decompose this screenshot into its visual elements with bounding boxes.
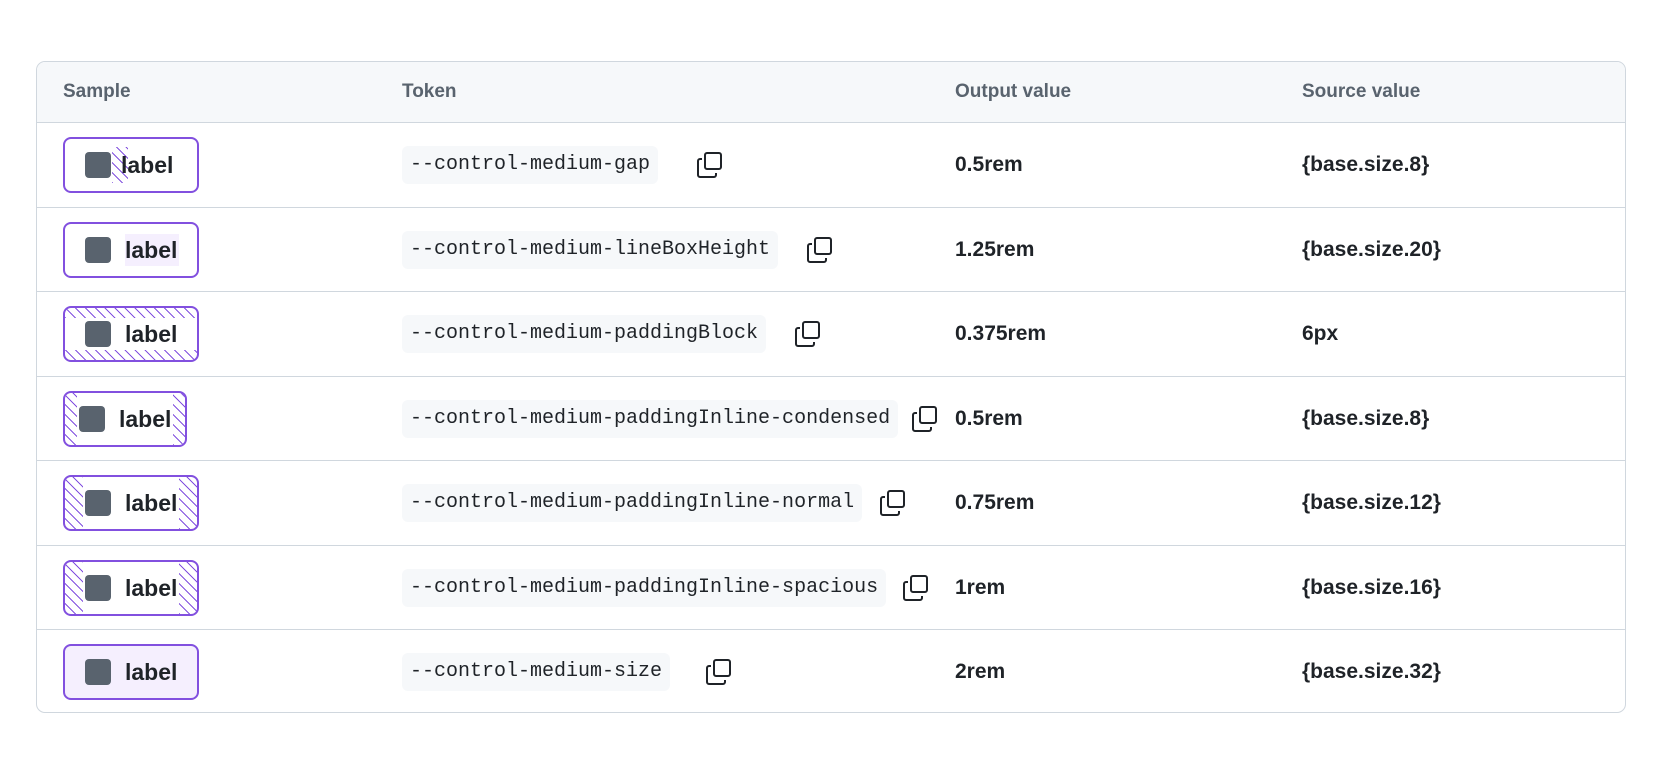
source-value: 6px	[1302, 322, 1339, 345]
table-row: label --control-medium-paddingBlock 0.37…	[37, 292, 1625, 377]
source-value: {base.size.12}	[1302, 491, 1441, 514]
padding-left-highlight	[65, 392, 77, 445]
output-value: 0.5rem	[955, 406, 1023, 430]
indicator-square	[85, 236, 111, 263]
sample-label: label	[121, 152, 174, 178]
output-value: 2rem	[955, 660, 1006, 683]
copy-icon[interactable]	[805, 235, 835, 265]
table-header: Sample Token Output value Source value	[37, 62, 1625, 123]
padding-top-highlight	[65, 308, 197, 318]
header-output-value: Output value	[955, 81, 1072, 102]
source-value: {base.size.16}	[1302, 575, 1441, 599]
padding-right-highlight	[179, 561, 197, 614]
copy-icon[interactable]	[910, 404, 940, 434]
sample-label: label	[125, 659, 178, 685]
header-sample: Sample	[63, 81, 131, 102]
token-name: --control-medium-gap	[402, 146, 659, 184]
indicator-square	[79, 405, 105, 432]
copy-icon[interactable]	[695, 150, 725, 180]
sample-control-padding-spacious: label	[63, 559, 199, 616]
copy-icon[interactable]	[878, 488, 908, 518]
tokens-table: Sample Token Output value Source value l…	[36, 61, 1626, 713]
sample-control-padding-condensed: label	[63, 390, 187, 447]
output-value: 1rem	[955, 575, 1006, 599]
output-value: 0.375rem	[955, 322, 1047, 345]
header-source-value: Source value	[1302, 81, 1421, 102]
copy-icon[interactable]	[704, 657, 734, 687]
padding-bottom-highlight	[65, 350, 197, 360]
sample-control-gap: label	[63, 137, 199, 193]
copy-icon[interactable]	[793, 319, 823, 349]
token-name: --control-medium-size	[402, 653, 671, 691]
header-token: Token	[402, 81, 457, 102]
padding-left-highlight	[65, 561, 83, 614]
indicator-square	[85, 659, 111, 685]
output-value: 0.75rem	[955, 491, 1035, 514]
source-value: {base.size.32}	[1302, 660, 1441, 683]
padding-right-highlight	[173, 392, 185, 445]
source-value: {base.size.8}	[1302, 406, 1430, 430]
table-row: label --control-medium-paddingInline-nor…	[37, 461, 1625, 546]
token-name: --control-medium-paddingInline-normal	[402, 484, 863, 522]
copy-icon[interactable]	[901, 573, 931, 603]
indicator-square	[85, 321, 111, 347]
indicator-square	[85, 152, 111, 178]
token-name: --control-medium-paddingBlock	[402, 315, 767, 353]
sample-control-padding-normal: label	[63, 475, 199, 531]
padding-left-highlight	[65, 477, 83, 529]
indicator-square	[85, 574, 111, 601]
sample-label: label	[125, 574, 178, 601]
output-value: 0.5rem	[955, 153, 1023, 176]
indicator-square	[85, 490, 111, 516]
table-row: label --control-medium-paddingInline-con…	[37, 377, 1625, 461]
token-name: --control-medium-paddingInline-spacious	[402, 568, 887, 607]
output-value: 1.25rem	[955, 237, 1035, 261]
sample-control-size: label	[63, 644, 199, 700]
token-name: --control-medium-lineBoxHeight	[402, 230, 779, 269]
sample-control-linebox: label	[63, 221, 199, 278]
table-row: label --control-medium-lineBoxHeight 1.2…	[37, 208, 1625, 292]
sample-label: label	[125, 321, 178, 347]
table-row: label --control-medium-gap 0.5rem {base.…	[37, 123, 1625, 208]
sample-label: label	[125, 490, 178, 516]
source-value: {base.size.8}	[1302, 153, 1430, 176]
table-row: label --control-medium-size 2rem {base.s…	[37, 630, 1625, 712]
padding-right-highlight	[179, 477, 197, 529]
source-value: {base.size.20}	[1302, 237, 1441, 261]
sample-control-paddingblock: label	[63, 306, 199, 362]
table-row: label --control-medium-paddingInline-spa…	[37, 546, 1625, 630]
token-name: --control-medium-paddingInline-condensed	[402, 399, 899, 438]
sample-label: label	[119, 405, 172, 432]
sample-label: label	[125, 236, 178, 263]
